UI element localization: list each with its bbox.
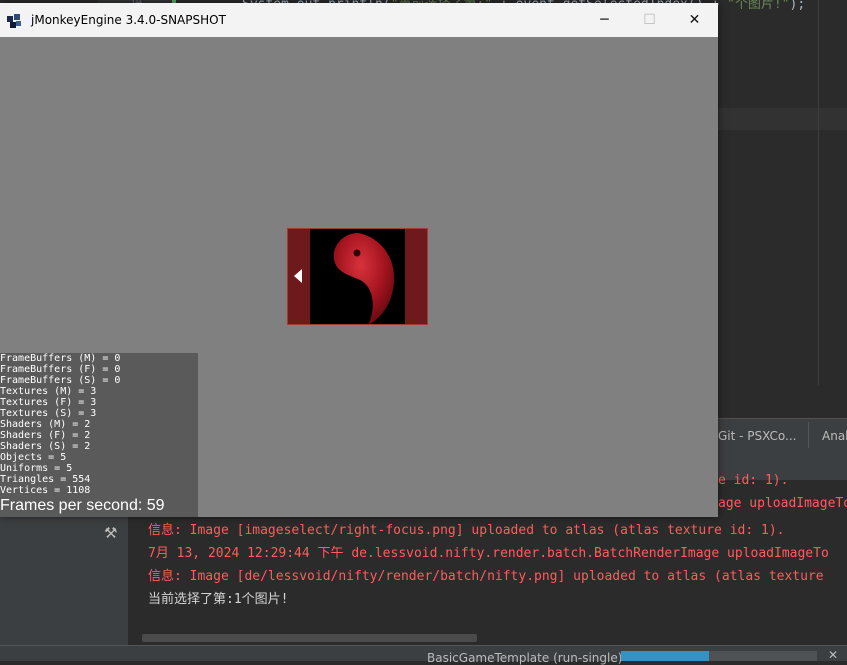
status-bar: BasicGameTemplate (run-single) ✕	[0, 645, 847, 665]
tomoe-image	[333, 233, 395, 325]
stat-line: Triangles = 554	[0, 474, 91, 485]
output-hscrollbar[interactable]	[142, 634, 477, 642]
title-bar[interactable]: jMonkeyEngine 3.4.0-SNAPSHOT ─ ☐ ✕	[0, 3, 718, 37]
jmonkey-icon	[7, 14, 21, 28]
render-viewport[interactable]: FrameBuffers (M) = 0 FrameBuffers (F) = …	[0, 37, 718, 517]
hammer-icon[interactable]: ⚒	[104, 524, 117, 542]
stat-line: Vertices = 1108	[0, 485, 91, 496]
left-arrow-icon	[294, 269, 302, 283]
stat-line: Textures (M) = 3	[0, 386, 97, 397]
stat-line: Textures (S) = 3	[0, 408, 97, 419]
selected-image	[310, 229, 405, 325]
tab-separator	[808, 422, 809, 448]
stat-line: Shaders (F) = 2	[0, 430, 91, 441]
output-line: 7月 13, 2024 12:29:44 下午 de.lessvoid.nift…	[148, 546, 829, 561]
status-run-label: BasicGameTemplate (run-single)	[427, 651, 623, 665]
output-line: 当前选择了第:1个图片!	[148, 592, 289, 607]
stat-line: Textures (F) = 3	[0, 397, 97, 408]
carousel-right-button[interactable]	[405, 229, 427, 324]
minimize-button[interactable]: ─	[582, 3, 627, 37]
stat-line: FrameBuffers (M) = 0	[0, 353, 121, 364]
output-line: 信息: Image [imageselect/right-focus.png] …	[148, 523, 785, 538]
code-suffix: );	[789, 0, 806, 12]
stat-line: Shaders (S) = 2	[0, 441, 91, 452]
close-button[interactable]: ✕	[672, 3, 717, 37]
current-line-highlight	[718, 108, 847, 130]
output-line: 信息: Image [de/lessvoid/nifty/render/batc…	[148, 569, 824, 584]
stat-line: Shaders (M) = 2	[0, 419, 91, 430]
output-line-partial: age uploadImageTo	[718, 496, 847, 511]
maximize-button[interactable]: ☐	[627, 3, 672, 37]
jme-window: jMonkeyEngine 3.4.0-SNAPSHOT ─ ☐ ✕ Frame…	[0, 3, 718, 517]
stats-panel: FrameBuffers (M) = 0 FrameBuffers (F) = …	[0, 353, 198, 517]
fps-counter: Frames per second: 59	[0, 497, 165, 514]
stat-line: Objects = 5	[0, 452, 67, 463]
stat-line: FrameBuffers (S) = 0	[0, 375, 121, 386]
output-line-partial: e id: 1).	[718, 473, 789, 488]
carousel-left-button[interactable]	[288, 229, 310, 324]
editor-right-margin	[818, 0, 819, 385]
stat-line: Uniforms = 5	[0, 463, 73, 474]
image-selector[interactable]	[287, 228, 428, 325]
tab-git[interactable]: Git - PSXCo...	[718, 429, 796, 443]
output-tab-bar: Git - PSXCo... Anal	[718, 418, 847, 454]
stat-line: FrameBuffers (F) = 0	[0, 364, 121, 375]
code-string: "个图片!"	[727, 0, 790, 12]
tab-analyzer[interactable]: Anal	[822, 429, 847, 443]
window-title: jMonkeyEngine 3.4.0-SNAPSHOT	[31, 13, 226, 27]
